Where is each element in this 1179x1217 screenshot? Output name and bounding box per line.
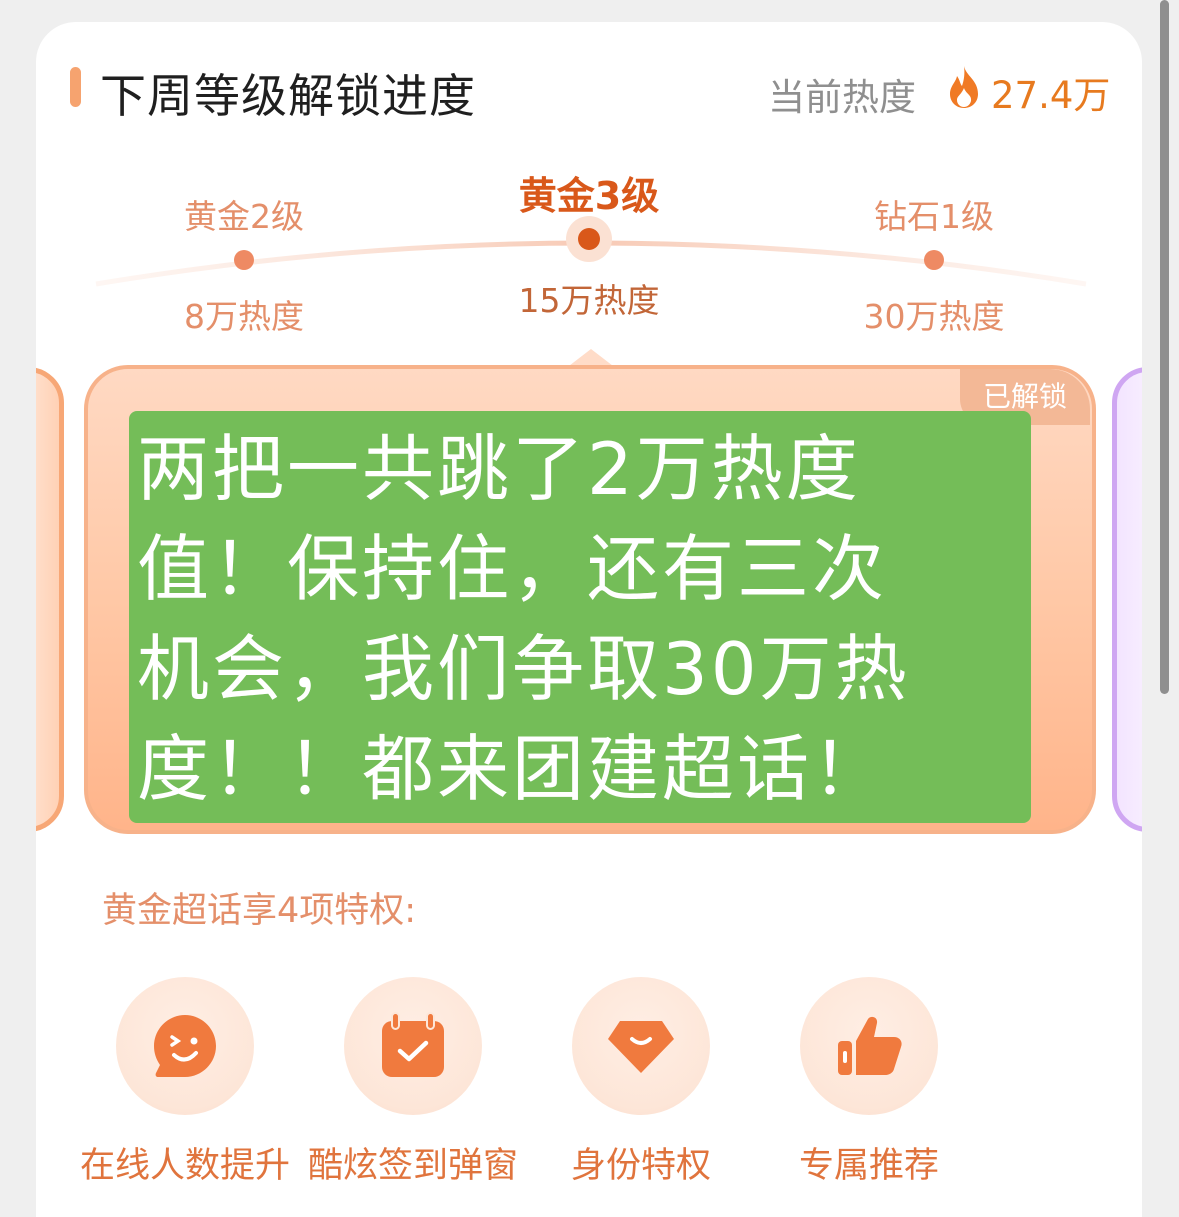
next-level-card[interactable]	[1112, 367, 1142, 832]
prev-level-card[interactable]	[36, 367, 64, 832]
note-line: 机会，我们争取30万热	[137, 627, 910, 711]
privilege-icon-circle	[344, 977, 482, 1115]
level-node-gold-3	[578, 228, 600, 250]
level-name-gold-3: 黄金3级	[518, 174, 660, 218]
diamond-icon	[608, 1021, 674, 1073]
level-node-diamond-1	[924, 250, 944, 270]
calendar-check-icon	[382, 1012, 444, 1077]
thumbs-up-icon	[838, 1016, 902, 1075]
privileges-title: 黄金超话享4项特权:	[102, 891, 417, 931]
privilege-identity[interactable]: 身份特权	[521, 977, 761, 1188]
privilege-label: 身份特权	[570, 1146, 711, 1186]
level-heat-gold-3: 15万热度	[518, 281, 660, 320]
privilege-checkin-popup[interactable]: 酷炫签到弹窗	[293, 977, 533, 1188]
smile-face-icon	[154, 1015, 216, 1077]
level-node-gold-2	[234, 250, 254, 270]
privilege-icon-circle	[800, 977, 938, 1115]
privilege-icon-circle	[572, 977, 710, 1115]
privilege-label: 专属推荐	[798, 1146, 939, 1186]
level-name-diamond-1: 钻石1级	[874, 197, 994, 236]
note-line: 两把一共跳了2万热度	[137, 427, 861, 511]
level-heat-gold-2: 8万热度	[184, 297, 304, 336]
note-line: 度！！都来团建超话！	[137, 727, 888, 811]
note-line: 值！保持住，还有三次	[137, 527, 888, 611]
level-heat-diamond-1: 30万热度	[863, 297, 1005, 336]
privilege-online-count[interactable]: 在线人数提升	[65, 977, 305, 1188]
text-overlay-note: 两把一共跳了2万热度 值！保持住，还有三次 机会，我们争取30万热 度！！都来团…	[129, 411, 1031, 823]
privilege-label: 酷炫签到弹窗	[307, 1146, 518, 1186]
privilege-label: 在线人数提升	[79, 1146, 290, 1186]
level-progress-card: 下周等级解锁进度 当前热度 27.4万 黄金2级 黄金3级 钻石1级 8万热度 …	[36, 22, 1142, 1217]
level-name-gold-2: 黄金2级	[184, 197, 304, 236]
privilege-recommend[interactable]: 专属推荐	[749, 977, 989, 1188]
privilege-icon-circle	[116, 977, 254, 1115]
page-scrollbar[interactable]	[1160, 0, 1169, 694]
